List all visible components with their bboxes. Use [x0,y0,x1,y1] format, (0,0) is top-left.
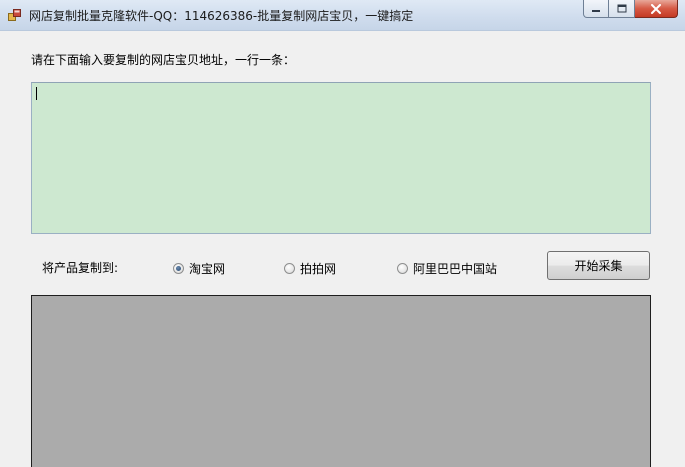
radio-paipai-label: 拍拍网 [300,262,337,276]
radio-taobao-label: 淘宝网 [189,262,226,276]
radio-taobao-indicator[interactable] [173,263,184,274]
target-label: 将产品复制到: [42,261,119,275]
minimize-button[interactable] [583,0,609,18]
main-window: 网店复制批量克隆软件-QQ：114626386-批量复制网店宝贝，一键搞定 请在… [0,0,685,467]
start-collect-button[interactable]: 开始采集 [547,251,650,280]
radio-alibaba[interactable]: 阿里巴巴中国站 [397,260,497,277]
maximize-button[interactable] [609,0,635,18]
app-icon [8,9,21,21]
radio-paipai[interactable]: 拍拍网 [284,260,336,277]
log-panel [31,295,651,467]
radio-paipai-indicator[interactable] [284,263,295,274]
title-bar[interactable]: 网店复制批量克隆软件-QQ：114626386-批量复制网店宝贝，一键搞定 [0,0,685,31]
close-icon [651,3,661,14]
radio-alibaba-indicator[interactable] [397,263,408,274]
instruction-label: 请在下面输入要复制的网店宝贝地址，一行一条： [31,53,296,67]
radio-alibaba-label: 阿里巴巴中国站 [413,262,498,276]
radio-taobao[interactable]: 淘宝网 [173,260,225,277]
caption-buttons [583,0,678,19]
close-button[interactable] [635,0,678,18]
minimize-icon [592,9,600,12]
url-input[interactable] [32,83,650,233]
text-caret [36,87,37,100]
url-input-box[interactable] [31,82,651,234]
maximize-icon [617,4,626,13]
window-title: 网店复制批量克隆软件-QQ：114626386-批量复制网店宝贝，一键搞定 [29,9,414,23]
